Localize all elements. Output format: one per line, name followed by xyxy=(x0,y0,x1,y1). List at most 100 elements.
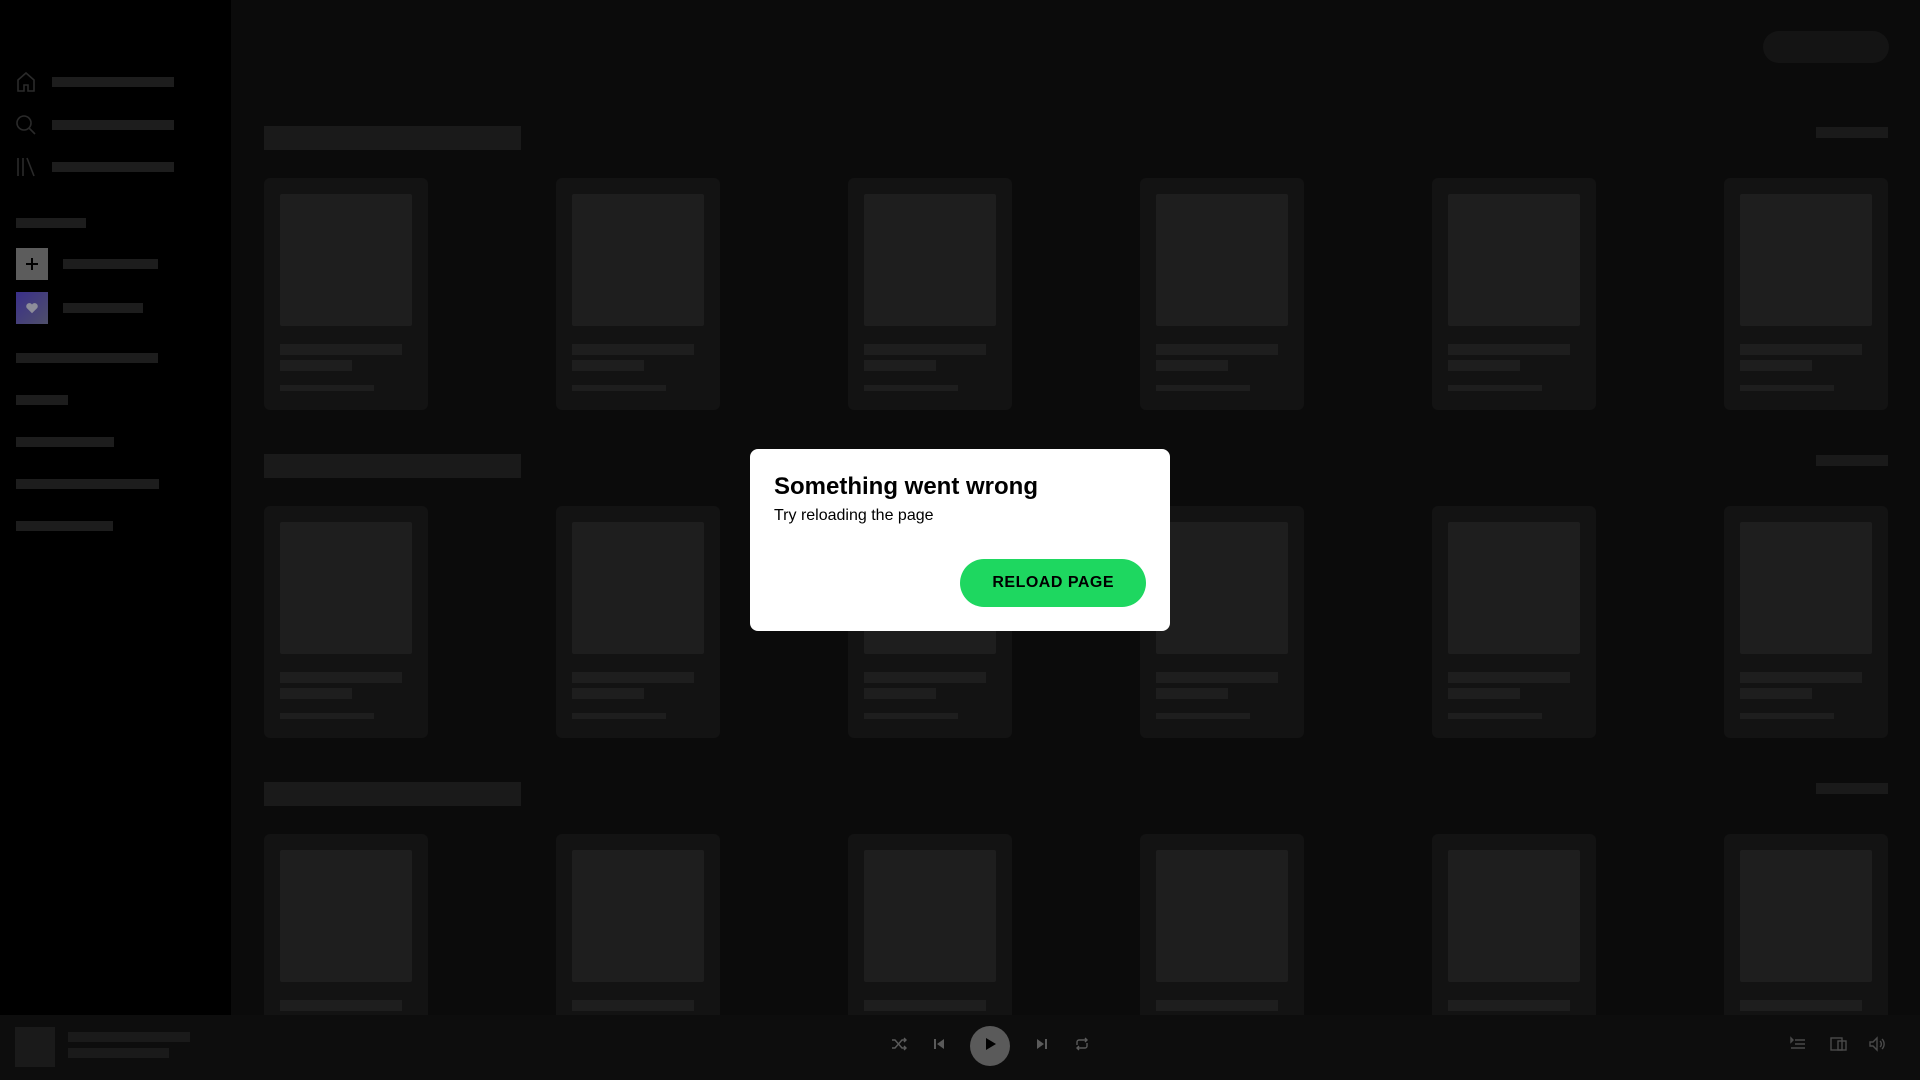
skeleton-card-line xyxy=(1448,688,1520,699)
home-icon xyxy=(14,70,38,94)
play-button[interactable] xyxy=(970,1026,1010,1066)
skeleton-card-art xyxy=(1448,194,1580,326)
queue-icon xyxy=(1790,1035,1806,1057)
skeleton-card-line xyxy=(1740,688,1812,699)
skeleton-card-line xyxy=(572,672,694,683)
error-dialog: Something went wrong Try reloading the p… xyxy=(750,449,1170,631)
skeleton-card-art xyxy=(1156,194,1288,326)
shuffle-icon xyxy=(891,1036,907,1057)
skeleton-card xyxy=(264,834,428,1015)
skeleton-card-line xyxy=(1740,385,1834,391)
skeleton-card-line xyxy=(1448,385,1542,391)
skeleton-card-line xyxy=(280,672,402,683)
skeleton-card-line xyxy=(1740,1000,1862,1011)
skeleton-card-art xyxy=(864,850,996,982)
skeleton-card-line xyxy=(572,360,644,371)
skeleton-card-art xyxy=(1740,194,1872,326)
skeleton-card-line xyxy=(1740,360,1812,371)
skeleton-playlist xyxy=(16,521,113,531)
reload-page-button[interactable]: RELOAD PAGE xyxy=(960,559,1146,607)
liked-songs-button[interactable] xyxy=(16,292,143,324)
skeleton-card-line xyxy=(1156,360,1228,371)
skeleton-card-line xyxy=(572,385,666,391)
next-button[interactable] xyxy=(1026,1030,1058,1062)
repeat-button[interactable] xyxy=(1066,1030,1098,1062)
skeleton-card-line xyxy=(572,1000,694,1011)
sidebar xyxy=(0,0,231,1015)
skeleton-see-all xyxy=(1816,127,1888,138)
skeleton-card-line xyxy=(864,344,986,355)
skeleton-card-art xyxy=(1448,522,1580,654)
skeleton-card-line xyxy=(1156,672,1278,683)
skeleton-card xyxy=(1724,178,1888,410)
repeat-icon xyxy=(1074,1036,1090,1057)
skeleton-card xyxy=(1432,506,1596,738)
volume-button[interactable] xyxy=(1862,1030,1894,1062)
devices-button[interactable] xyxy=(1823,1030,1855,1062)
sidebar-item-home[interactable] xyxy=(14,70,174,94)
skeleton-track-artist xyxy=(68,1048,169,1058)
queue-button[interactable] xyxy=(1782,1030,1814,1062)
skeleton-playlist xyxy=(16,437,114,447)
skeleton-card-line xyxy=(280,1000,402,1011)
skeleton-card-line xyxy=(280,344,402,355)
skeleton-card xyxy=(264,506,428,738)
devices-icon xyxy=(1830,1036,1848,1057)
skeleton-card xyxy=(1140,178,1304,410)
skeleton-card-line xyxy=(1448,344,1570,355)
skeleton-section-title xyxy=(264,126,521,150)
dialog-title: Something went wrong xyxy=(774,473,1038,500)
skeleton-card-art xyxy=(280,522,412,654)
sidebar-item-library[interactable] xyxy=(14,155,174,179)
player-bar xyxy=(0,1015,1920,1080)
skeleton-heading xyxy=(16,218,86,228)
skeleton-card-line xyxy=(572,688,644,699)
skeleton-card-art xyxy=(1156,522,1288,654)
skeleton-card xyxy=(556,178,720,410)
skeleton-card-line xyxy=(864,688,936,699)
skeleton-card-line xyxy=(1156,344,1278,355)
skeleton-card xyxy=(1724,506,1888,738)
skeleton-card-line xyxy=(864,672,986,683)
previous-icon xyxy=(932,1037,946,1056)
skeleton-playlist xyxy=(16,353,158,363)
search-icon xyxy=(14,113,38,137)
skeleton-card-art xyxy=(572,522,704,654)
skeleton-playlist xyxy=(16,479,159,489)
skeleton-section-title xyxy=(264,782,521,806)
skeleton-card-line xyxy=(1156,1000,1278,1011)
library-icon xyxy=(14,155,38,179)
skeleton-card-line xyxy=(1740,713,1834,719)
skeleton-card-line xyxy=(864,360,936,371)
skeleton-cover-art xyxy=(15,1027,55,1067)
skeleton-card-line xyxy=(1156,713,1250,719)
create-playlist-button[interactable] xyxy=(16,248,158,280)
skeleton-label xyxy=(63,303,143,313)
skeleton-user-menu xyxy=(1763,31,1889,63)
volume-icon xyxy=(1869,1035,1887,1057)
skeleton-card-art xyxy=(280,194,412,326)
skeleton-card-art xyxy=(1448,850,1580,982)
plus-icon xyxy=(16,248,48,280)
skeleton-card-line xyxy=(280,360,352,371)
skeleton-label xyxy=(52,120,174,130)
skeleton-card-line xyxy=(280,713,374,719)
skeleton-card-line xyxy=(864,713,958,719)
sidebar-item-search[interactable] xyxy=(14,113,174,137)
skeleton-card-line xyxy=(864,385,958,391)
shuffle-button[interactable] xyxy=(883,1030,915,1062)
skeleton-playlist xyxy=(16,395,68,405)
skeleton-card-line xyxy=(280,688,352,699)
play-icon xyxy=(983,1037,997,1056)
skeleton-card-line xyxy=(1740,344,1862,355)
dialog-message: Try reloading the page xyxy=(774,507,934,524)
skeleton-card-art xyxy=(572,194,704,326)
skeleton-section-title xyxy=(264,454,521,478)
skeleton-card xyxy=(556,506,720,738)
skeleton-track-title xyxy=(68,1032,190,1042)
skeleton-card-art xyxy=(864,194,996,326)
skeleton-label xyxy=(52,77,174,87)
previous-button[interactable] xyxy=(923,1030,955,1062)
skeleton-card-art xyxy=(572,850,704,982)
skeleton-card xyxy=(1140,834,1304,1015)
